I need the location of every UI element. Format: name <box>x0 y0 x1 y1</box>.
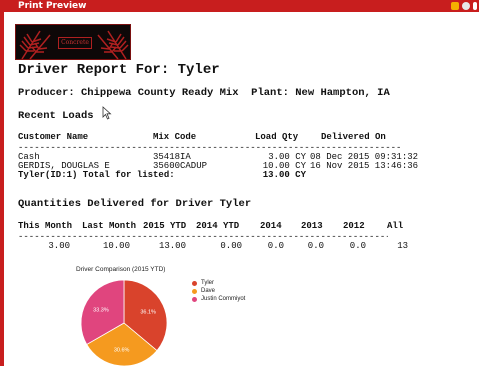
qty-col-last-month: Last Month <box>82 221 137 231</box>
qty-last-month: 10.00 <box>102 241 130 251</box>
window-left-border <box>0 12 4 366</box>
qty-col-2015-ytd: 2015 YTD <box>143 221 187 231</box>
legend-swatch <box>192 280 197 286</box>
pie-data-label: 33.3% <box>93 308 109 314</box>
mouse-cursor-icon <box>102 106 112 120</box>
quantities-values-row: 3.00 10.00 13.00 0.00 0.0 0.0 0.0 13 <box>18 241 478 251</box>
legend-item: Tyler <box>192 279 245 287</box>
tools-icon[interactable] <box>451 2 459 10</box>
loads-table-header: Customer Name Mix Code Load Qty Delivere… <box>18 132 478 142</box>
help-icon[interactable] <box>462 2 470 10</box>
qty-col-2014: 2014 <box>260 221 282 231</box>
qty-2013: 0.0 <box>307 241 324 251</box>
close-icon[interactable] <box>473 2 477 10</box>
qty-2012: 0.0 <box>349 241 366 251</box>
qty-col-this-month: This Month <box>18 221 73 231</box>
qty-col-2013: 2013 <box>301 221 323 231</box>
legend-swatch <box>192 296 197 302</box>
total-label: Tyler(ID:1) Total for listed: <box>18 170 175 180</box>
window-titlebar: Print Preview <box>0 0 479 12</box>
window-title: Print Preview <box>18 1 87 11</box>
report-title: Driver Report For: Tyler <box>18 62 220 78</box>
loads-col-delivered-on: Delivered On <box>321 132 386 142</box>
qty-2014: 0.0 <box>267 241 284 251</box>
qty-col-all: All <box>387 221 404 231</box>
titlebar-icons <box>451 0 479 12</box>
pie-data-label: 36.1% <box>140 310 156 316</box>
legend-label: Justin Commiyot <box>201 296 246 302</box>
loads-col-load-qty: Load Qty <box>255 132 299 142</box>
quantities-heading: Quantities Delivered for Driver Tyler <box>18 198 252 210</box>
loads-total-row: Tyler(ID:1) Total for listed: 13.00 CY <box>18 170 478 180</box>
loads-col-mix-code: Mix Code <box>153 132 197 142</box>
qty-2015-ytd: 13.00 <box>158 241 186 251</box>
loads-col-customer: Customer Name <box>18 132 89 142</box>
producer-line: Producer: Chippewa County Ready Mix Plan… <box>18 87 390 99</box>
pie-data-label: 30.6% <box>114 348 130 354</box>
legend-label: Dave <box>201 288 216 294</box>
company-logo: Concrete <box>15 24 131 60</box>
legend-swatch <box>192 288 197 294</box>
legend-item: Dave <box>192 287 245 295</box>
qty-this-month: 3.00 <box>48 241 70 251</box>
quantities-table-header: This Month Last Month 2015 YTD 2014 YTD … <box>18 221 478 231</box>
chart-legend: Tyler Dave Justin Commiyot <box>192 279 245 303</box>
recent-loads-heading: Recent Loads <box>18 110 94 122</box>
qty-2014-ytd: 0.00 <box>220 241 242 251</box>
total-value: 13.00 CY <box>262 170 306 180</box>
legend-label: Tyler <box>201 280 215 286</box>
logo-text: Concrete <box>58 37 92 49</box>
legend-item: Justin Commiyot <box>192 295 245 303</box>
qty-col-2014-ytd: 2014 YTD <box>196 221 240 231</box>
qty-col-2012: 2012 <box>343 221 365 231</box>
qty-all: 13 <box>397 241 408 251</box>
pie-chart: 36.1% 30.6% 33.3% <box>80 279 168 367</box>
